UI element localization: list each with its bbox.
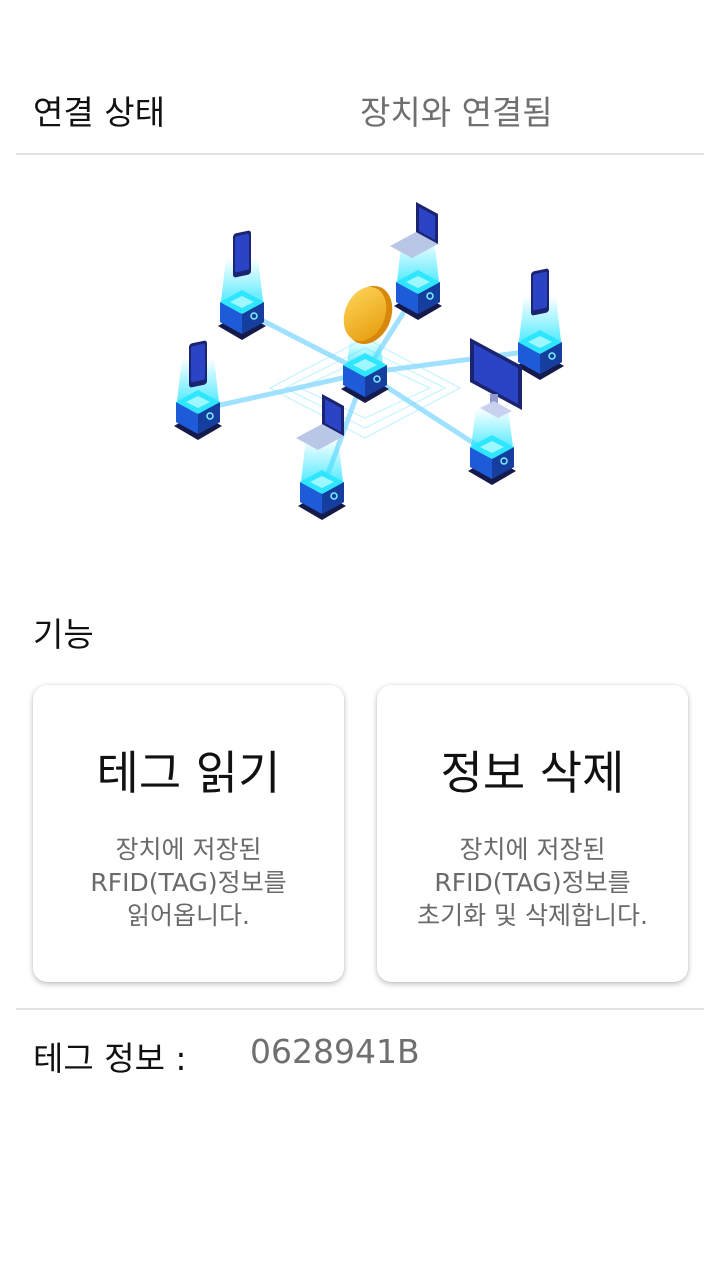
tag-info-label: 테그 정보 :: [33, 1039, 187, 1078]
delete-info-card[interactable]: 정보 삭제 장치에 저장된 RFID(TAG)정보를 초기화 및 삭제합니다.: [377, 685, 688, 982]
read-tag-card[interactable]: 테그 읽기 장치에 저장된 RFID(TAG)정보를 읽어옵니다.: [33, 685, 344, 982]
network-devices-illustration: [160, 198, 580, 538]
bottom-divider: [16, 1008, 704, 1010]
read-tag-title: 테그 읽기: [96, 746, 281, 800]
connection-status-value: 장치와 연결됨: [360, 93, 553, 132]
delete-info-description: 장치에 저장된 RFID(TAG)정보를 초기화 및 삭제합니다.: [377, 833, 688, 932]
delete-info-desc-line: 초기화 및 삭제합니다.: [417, 901, 648, 930]
read-tag-desc-line: 장치에 저장된: [115, 835, 262, 864]
read-tag-description: 장치에 저장된 RFID(TAG)정보를 읽어옵니다.: [33, 833, 344, 932]
connection-status-row: 연결 상태 장치와 연결됨: [0, 70, 720, 140]
tag-info-value: 0628941B: [250, 1032, 420, 1071]
read-tag-desc-line: 읽어옵니다.: [127, 901, 250, 930]
delete-info-desc-line: RFID(TAG)정보를: [434, 868, 631, 897]
read-tag-desc-line: RFID(TAG)정보를: [90, 868, 287, 897]
top-divider: [16, 153, 704, 155]
functions-section-title: 기능: [33, 615, 94, 654]
delete-info-desc-line: 장치에 저장된: [459, 835, 606, 864]
connection-status-label: 연결 상태: [33, 93, 165, 132]
delete-info-title: 정보 삭제: [440, 746, 625, 800]
